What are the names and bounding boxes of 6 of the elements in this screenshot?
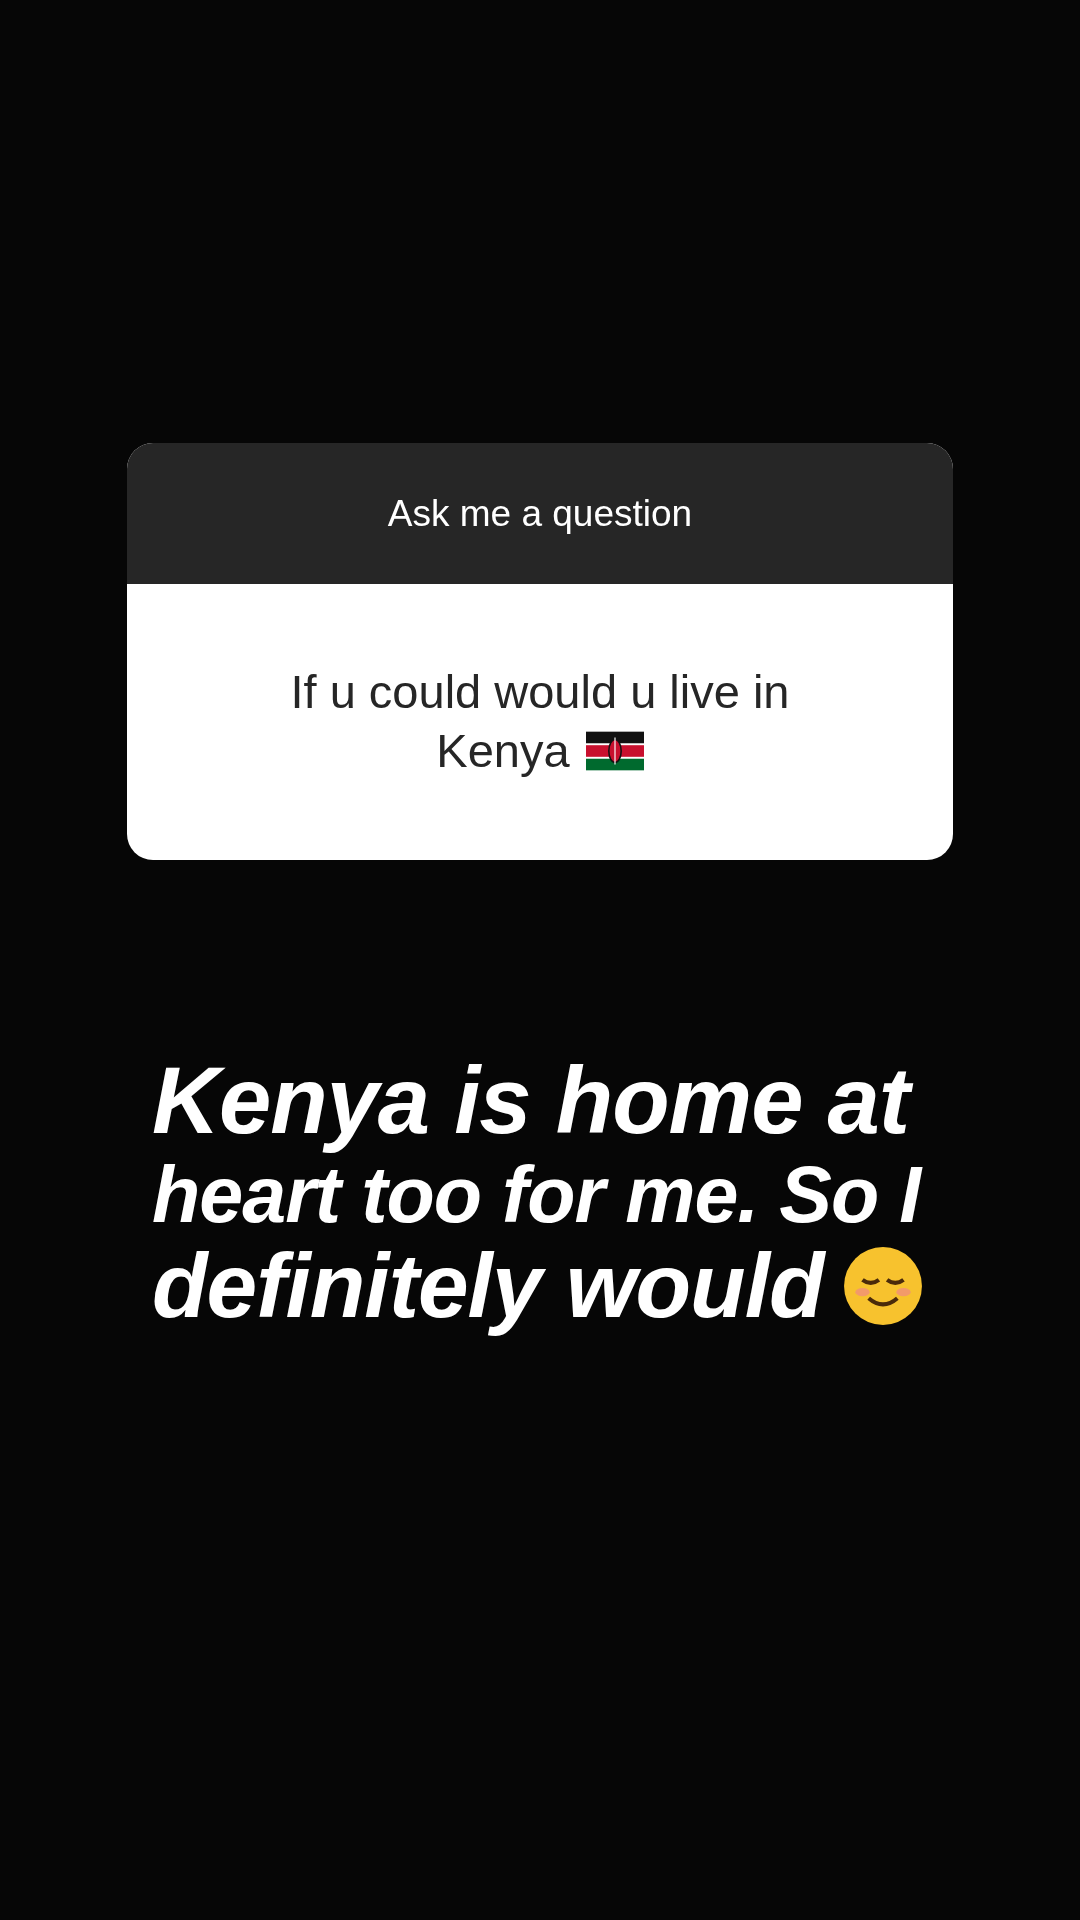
flag-icon bbox=[585, 731, 644, 772]
question-header: Ask me a question bbox=[127, 443, 953, 584]
question-text: Kenya bbox=[436, 723, 570, 779]
smiling-face-icon bbox=[841, 1244, 924, 1327]
caption-line: definitely would bbox=[152, 1236, 824, 1336]
question-text: If u could would u live in bbox=[290, 664, 790, 721]
